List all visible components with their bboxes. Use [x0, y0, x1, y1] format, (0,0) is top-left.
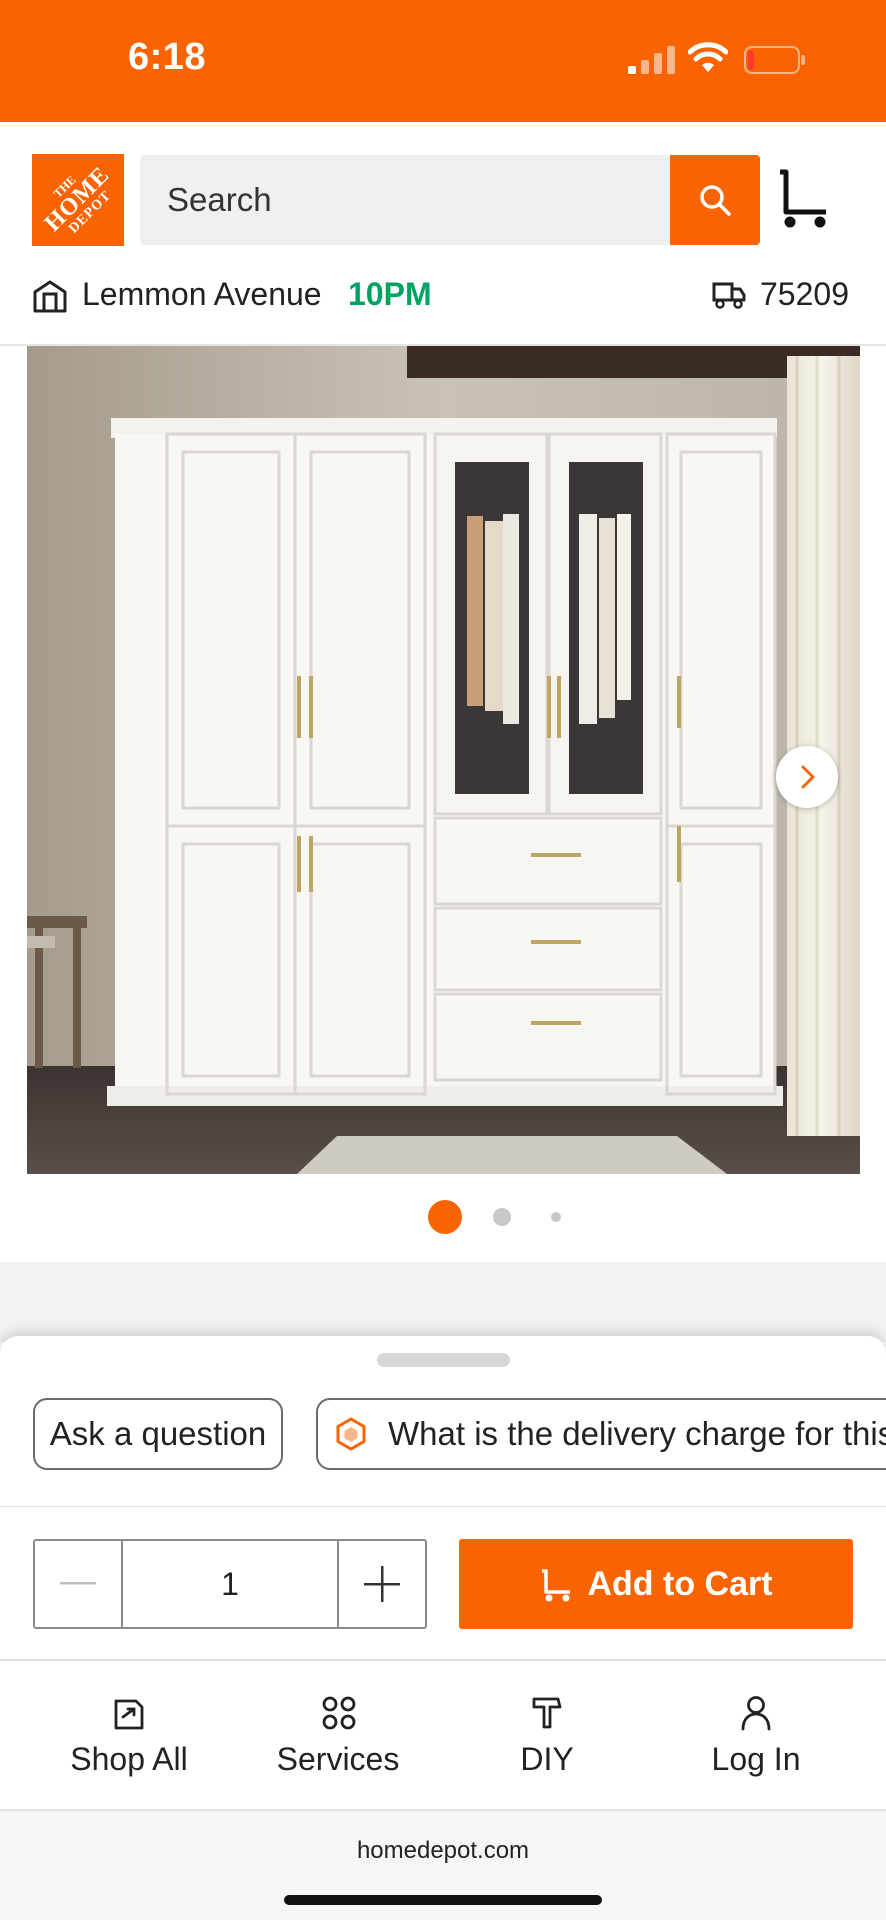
status-bar: 6:18 — [0, 0, 886, 122]
add-to-cart-label: Add to Cart — [587, 1564, 773, 1603]
product-image[interactable] — [27, 346, 860, 1174]
pagination-dot[interactable] — [551, 1212, 561, 1222]
bottom-navigation: Shop All Services DIY Log In — [0, 1663, 886, 1811]
store-info-row[interactable]: Lemmon Avenue 10PM 75209 — [0, 272, 886, 332]
search-icon — [700, 185, 731, 216]
ask-question-button[interactable]: Ask a question — [33, 1398, 283, 1470]
store-icon — [33, 280, 67, 313]
home-depot-logo[interactable]: THE HOME DEPOT — [32, 154, 124, 246]
nav-label: Log In — [711, 1741, 801, 1777]
nav-log-in[interactable]: Log In — [651, 1663, 861, 1811]
suggested-question-chip[interactable]: What is the delivery charge for this ite… — [316, 1398, 886, 1470]
nav-shop-all[interactable]: Shop All — [24, 1663, 234, 1811]
url-text: homedepot.com — [356, 1837, 530, 1864]
ai-assistant-icon — [336, 1417, 366, 1451]
cart-icon[interactable] — [776, 162, 832, 232]
chevron-right-icon — [801, 765, 815, 789]
add-to-cart-button[interactable]: Add to Cart — [459, 1539, 853, 1629]
site-header: THE HOME DEPOT Search Lemmon Avenue 10PM — [0, 122, 886, 346]
search-placeholder: Search — [167, 181, 272, 218]
search-input[interactable]: Search — [140, 155, 670, 245]
shop-all-icon — [114, 1699, 144, 1730]
gallery-pagination — [0, 1200, 886, 1236]
purchase-bar: 1 Add to Cart — [0, 1507, 886, 1661]
store-name: Lemmon Avenue — [82, 276, 322, 312]
wifi-icon — [688, 42, 728, 72]
delivery-zip-code: 75209 — [760, 276, 849, 312]
cart-icon — [542, 1569, 571, 1602]
increase-quantity-button[interactable] — [339, 1541, 425, 1627]
store-hours: 10PM — [348, 276, 432, 312]
user-icon — [741, 1696, 771, 1731]
home-indicator[interactable] — [284, 1895, 602, 1905]
sheet-drag-handle[interactable] — [377, 1353, 510, 1367]
nav-label: Shop All — [70, 1741, 188, 1777]
search-button[interactable] — [670, 155, 760, 245]
decrease-quantity-button[interactable] — [35, 1541, 123, 1627]
nav-diy[interactable]: DIY — [442, 1663, 652, 1811]
services-icon — [322, 1696, 356, 1730]
battery-icon — [744, 46, 805, 74]
cellular-signal-icon — [628, 46, 675, 74]
product-gallery — [0, 346, 886, 1262]
browser-url-bar[interactable]: homedepot.com — [0, 1811, 886, 1920]
pagination-dot-active[interactable] — [428, 1200, 462, 1234]
nav-services[interactable]: Services — [233, 1663, 443, 1811]
diy-hammer-icon — [532, 1697, 562, 1729]
nav-label: Services — [276, 1741, 400, 1777]
plus-icon — [364, 1566, 400, 1602]
quantity-stepper: 1 — [33, 1539, 427, 1629]
status-time: 6:18 — [128, 36, 207, 78]
next-image-button[interactable] — [776, 746, 838, 808]
section-spacer — [0, 1262, 886, 1342]
minus-icon — [60, 1582, 96, 1585]
quantity-input[interactable]: 1 — [123, 1541, 339, 1627]
ask-question-sheet: Ask a question What is the delivery char… — [0, 1336, 886, 1506]
suggested-question-text: What is the delivery charge for this ite… — [388, 1415, 886, 1452]
nav-label: DIY — [520, 1741, 574, 1777]
wardrobe-illustration — [27, 346, 860, 1174]
pagination-dot[interactable] — [493, 1208, 511, 1226]
delivery-truck-icon — [712, 282, 746, 309]
